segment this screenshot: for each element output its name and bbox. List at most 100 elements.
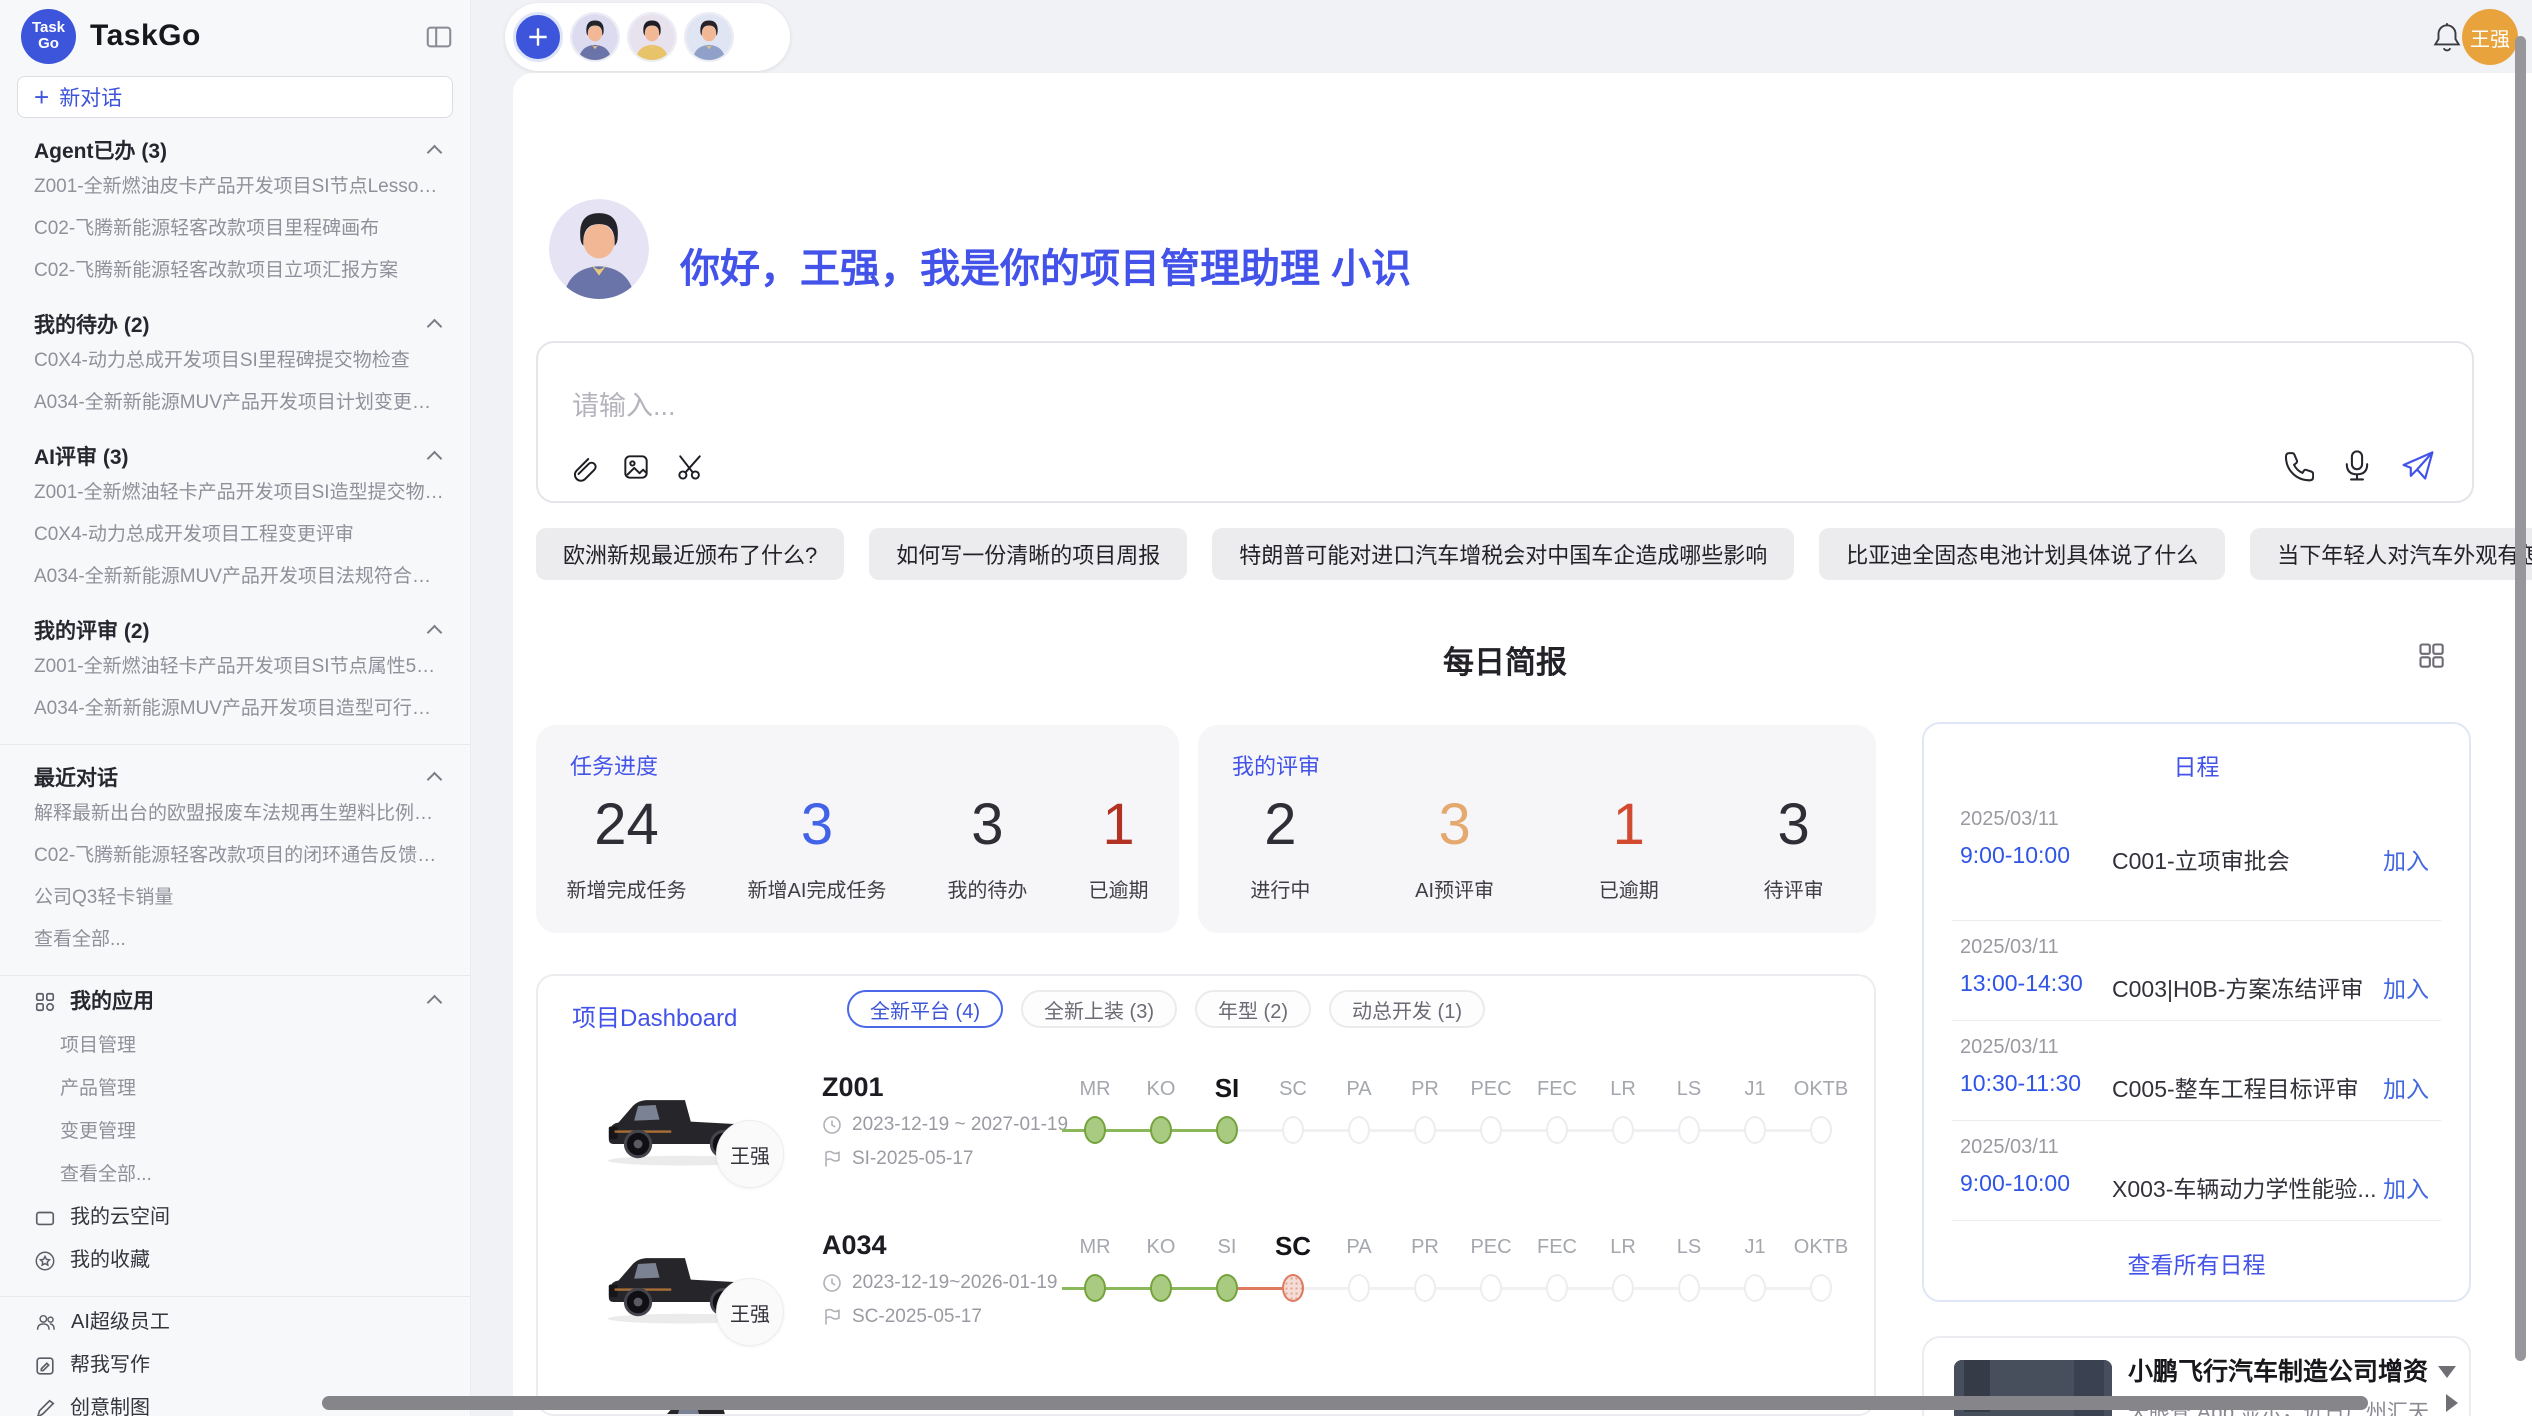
agent-avatar-1[interactable]	[570, 12, 620, 62]
suggestion-chip[interactable]: 当下年轻人对汽车外观有怎样的喜好趋势	[2250, 528, 2532, 580]
milestone-dot	[1546, 1116, 1568, 1144]
horizontal-scrollbar[interactable]	[322, 1396, 2368, 1410]
sidebar-task-item[interactable]: C0X4-动力总成开发项目工程变更评审	[0, 514, 470, 556]
stat-my-todo: 3我的待办	[947, 791, 1027, 903]
scroll-right-arrow[interactable]	[2446, 1394, 2458, 1412]
app-title: TaskGo	[90, 19, 201, 53]
agent-avatar-2[interactable]	[627, 12, 677, 62]
schedule-date: 2025/03/11	[1960, 1136, 2059, 1159]
dashboard-title: 项目Dashboard	[572, 998, 737, 1033]
schedule-time: 9:00-10:00	[1960, 1170, 2070, 1197]
join-meeting-link[interactable]: 加入	[2383, 842, 2429, 876]
milestone-dot-done	[1150, 1116, 1172, 1144]
image-upload-icon[interactable]	[620, 451, 652, 483]
apps-view-all[interactable]: 查看全部...	[0, 1153, 470, 1196]
notification-bell-icon[interactable]	[2430, 20, 2464, 54]
schedule-title: 日程	[1924, 748, 2469, 782]
filter-powertrain[interactable]: 动总开发 (1)	[1329, 990, 1485, 1028]
suggestion-chip[interactable]: 比亚迪全固态电池计划具体说了什么	[1819, 528, 2225, 580]
sidebar: Task Go TaskGo + 新对话 Agent已办 (3) Z001-全新…	[0, 0, 471, 1416]
milestone-dot	[1744, 1116, 1766, 1144]
sidebar-item-ai-super-staff[interactable]: AI超级员工	[0, 1301, 470, 1344]
schedule-event-title: C003|H0B-方案冻结评审	[2112, 970, 2363, 1004]
sidebar-task-item[interactable]: A034-全新新能源MUV产品开发项目计划变更表编写	[0, 382, 470, 424]
project-code[interactable]: A034	[822, 1230, 887, 1261]
scroll-down-arrow[interactable]	[2438, 1366, 2456, 1378]
join-meeting-link[interactable]: 加入	[2383, 1170, 2429, 1204]
sidebar-header: Task Go TaskGo	[0, 0, 470, 72]
milestone-dot	[1612, 1274, 1634, 1302]
news-title[interactable]: 小鹏飞行汽车制造公司增资	[2128, 1352, 2428, 1388]
attachment-icon[interactable]	[566, 451, 598, 483]
divider	[0, 744, 470, 745]
my-review-title: 我的评审	[1232, 749, 1320, 781]
filter-model-year[interactable]: 年型 (2)	[1195, 990, 1311, 1028]
sidebar-task-item[interactable]: A034-全新新能源MUV产品开发项目法规符合性评审	[0, 556, 470, 598]
milestone-timeline-a034: MR KO SI SC PA PR PEC FEC LR LS J1 OKTB	[1062, 1230, 1854, 1312]
voice-call-icon[interactable]	[2280, 448, 2314, 482]
section-ai-review[interactable]: AI评审 (3)	[0, 444, 470, 472]
creative-drawing-label: 创意制图	[70, 1387, 150, 1416]
sidebar-collapse-icon[interactable]	[424, 22, 454, 52]
user-avatar[interactable]: 王强	[2462, 9, 2518, 65]
ai-super-staff-label: AI超级员工	[71, 1301, 170, 1344]
add-agent-button[interactable]	[513, 12, 563, 62]
milestone-timeline-z001: MR KO SI SC PA PR PEC FEC LR LS J1 OKTB	[1062, 1072, 1854, 1154]
new-chat-button[interactable]: + 新对话	[17, 76, 453, 118]
filter-new-body[interactable]: 全新上装 (3)	[1021, 990, 1177, 1028]
plus-icon: +	[34, 84, 49, 110]
milestone-dot	[1414, 1274, 1436, 1302]
send-icon[interactable]	[2400, 447, 2436, 483]
join-meeting-link[interactable]: 加入	[2383, 1070, 2429, 1104]
sidebar-item-my-apps[interactable]: 我的应用	[0, 980, 470, 1024]
milestone-dot	[1678, 1116, 1700, 1144]
section-recent-chats[interactable]: 最近对话	[0, 765, 470, 793]
sidebar-item-product-mgmt[interactable]: 产品管理	[0, 1067, 470, 1110]
sidebar-item-cloud-space[interactable]: 我的云空间	[0, 1196, 470, 1239]
apps-grid-icon	[34, 991, 56, 1013]
milestone-dot	[1480, 1116, 1502, 1144]
sidebar-task-item[interactable]: Z001-全新燃油皮卡产品开发项目SI节点Lesson Learn报告	[0, 166, 470, 208]
task-progress-title: 任务进度	[570, 749, 658, 781]
section-my-todo[interactable]: 我的待办 (2)	[0, 312, 470, 340]
milestone-dot-overdue	[1282, 1274, 1304, 1302]
new-chat-label: 新对话	[59, 82, 122, 112]
recent-chat-item[interactable]: C02-飞腾新能源轻客改款项目的闭环通告反馈情况	[0, 835, 470, 877]
microphone-icon[interactable]	[2340, 448, 2374, 482]
task-progress-card: 任务进度 24新增完成任务 3新增AI完成任务 3我的待办 1已逾期	[536, 725, 1179, 933]
sidebar-task-item[interactable]: C02-飞腾新能源轻客改款项目里程碑画布	[0, 208, 470, 250]
agent-avatar-pill	[505, 3, 790, 71]
scissors-icon[interactable]	[674, 451, 706, 483]
schedule-date: 2025/03/11	[1960, 936, 2059, 959]
vertical-scrollbar[interactable]	[2515, 36, 2526, 1361]
sidebar-item-project-mgmt[interactable]: 项目管理	[0, 1024, 470, 1067]
sidebar-task-item[interactable]: C02-飞腾新能源轻客改款项目立项汇报方案	[0, 250, 470, 292]
section-agent-done[interactable]: Agent已办 (3)	[0, 138, 470, 166]
suggestion-chip[interactable]: 如何写一份清晰的项目周报	[869, 528, 1187, 580]
project-code[interactable]: Z001	[822, 1072, 884, 1103]
recent-chat-item[interactable]: 公司Q3轻卡销量	[0, 877, 470, 919]
clock-icon	[822, 1115, 842, 1135]
sidebar-task-item[interactable]: C0X4-动力总成开发项目SI里程碑提交物检查	[0, 340, 470, 382]
join-meeting-link[interactable]: 加入	[2383, 970, 2429, 1004]
recent-chats-view-all[interactable]: 查看全部...	[0, 919, 470, 961]
agent-avatar-3[interactable]	[684, 12, 734, 62]
section-my-review[interactable]: 我的评审 (2)	[0, 618, 470, 646]
schedule-event-title: X003-车辆动力学性能验...	[2112, 1170, 2377, 1204]
chevron-up-icon	[427, 319, 443, 335]
suggestion-chip[interactable]: 特朗普可能对进口汽车增税会对中国车企造成哪些影响	[1212, 528, 1794, 580]
filter-new-platform[interactable]: 全新平台 (4)	[847, 990, 1003, 1028]
schedule-date: 2025/03/11	[1960, 808, 2059, 831]
sidebar-item-change-mgmt[interactable]: 变更管理	[0, 1110, 470, 1153]
layout-grid-icon[interactable]	[2417, 641, 2445, 669]
suggestion-chip[interactable]: 欧洲新规最近颁布了什么?	[536, 528, 844, 580]
sidebar-task-item[interactable]: A034-全新新能源MUV产品开发项目造型可行性评审	[0, 688, 470, 730]
sidebar-task-item[interactable]: Z001-全新燃油轻卡产品开发项目SI节点属性5D文件评审	[0, 646, 470, 688]
sidebar-item-favorites[interactable]: 我的收藏	[0, 1239, 470, 1282]
recent-chat-item[interactable]: 解释最新出台的欧盟报废车法规再生塑料比例被调至15%...	[0, 793, 470, 835]
dashboard-filters: 全新平台 (4) 全新上装 (3) 年型 (2) 动总开发 (1)	[847, 990, 1485, 1028]
sidebar-item-help-write[interactable]: 帮我写作	[0, 1344, 470, 1387]
chat-input[interactable]	[572, 391, 1772, 422]
sidebar-task-item[interactable]: Z001-全新燃油轻卡产品开发项目SI造型提交物评审	[0, 472, 470, 514]
view-all-schedule-link[interactable]: 查看所有日程	[1924, 1246, 2469, 1280]
